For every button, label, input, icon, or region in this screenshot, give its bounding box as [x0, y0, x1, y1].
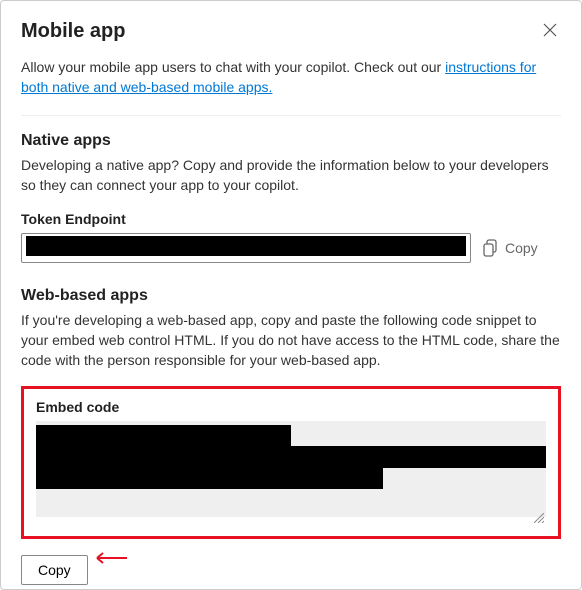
native-apps-title: Native apps: [21, 132, 561, 150]
copy-embed-button[interactable]: Copy: [21, 555, 88, 585]
redacted-token: [26, 236, 466, 256]
token-endpoint-input[interactable]: [21, 233, 471, 263]
copy-token-button[interactable]: Copy: [483, 239, 538, 257]
resize-handle-icon: [534, 510, 544, 520]
panel-header: Mobile app: [21, 19, 561, 44]
callout-arrow-icon: [91, 551, 127, 565]
mobile-app-panel: Mobile app Allow your mobile app users t…: [0, 0, 582, 590]
token-row: Copy: [21, 233, 561, 263]
embed-code-label: Embed code: [36, 399, 546, 415]
web-apps-desc: If you're developing a web-based app, co…: [21, 311, 561, 370]
divider: [21, 115, 561, 116]
close-button[interactable]: [539, 19, 561, 44]
copy-token-label: Copy: [505, 240, 538, 256]
panel-title: Mobile app: [21, 20, 125, 43]
native-apps-desc: Developing a native app? Copy and provid…: [21, 156, 561, 195]
copy-icon: [483, 239, 499, 257]
token-endpoint-label: Token Endpoint: [21, 211, 561, 227]
embed-code-textarea[interactable]: [36, 421, 546, 517]
close-icon: [543, 23, 557, 37]
intro-before: Allow your mobile app users to chat with…: [21, 59, 445, 75]
web-apps-title: Web-based apps: [21, 287, 561, 305]
embed-code-section: Embed code: [21, 386, 561, 539]
intro-text: Allow your mobile app users to chat with…: [21, 58, 561, 97]
